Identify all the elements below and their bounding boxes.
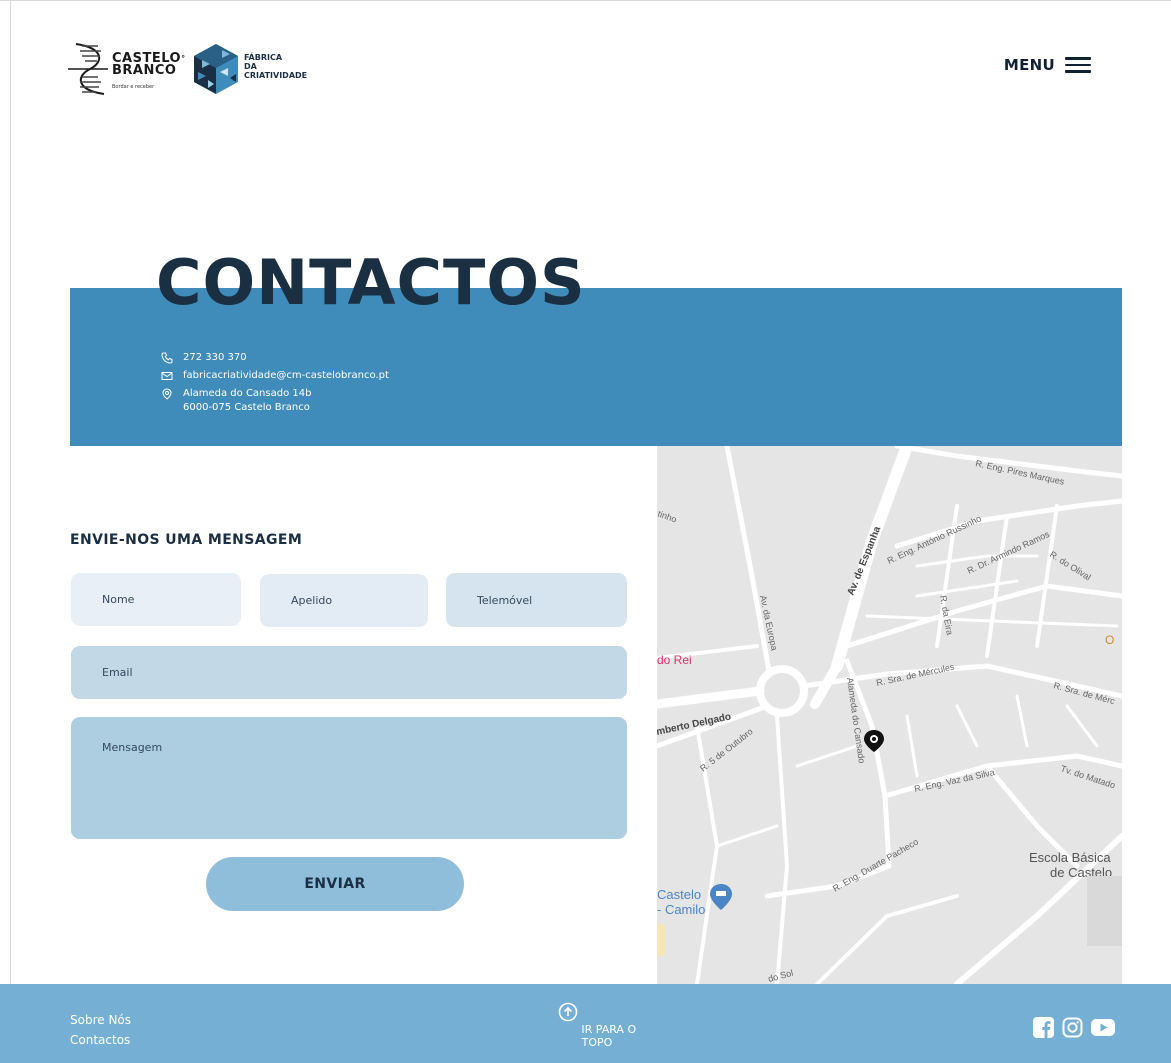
footer-link-about[interactable]: Sobre Nós bbox=[70, 1010, 131, 1030]
contact-info: 272 330 370 fabricacriatividade@cm-caste… bbox=[161, 351, 389, 419]
map-label-fragment-o: O bbox=[1105, 633, 1114, 647]
contact-address-row[interactable]: Alameda do Cansado 14b 6000-075 Castelo … bbox=[161, 387, 389, 415]
youtube-icon[interactable] bbox=[1091, 1017, 1115, 1038]
name-placeholder: Nome bbox=[102, 593, 135, 606]
message-textarea[interactable]: Mensagem bbox=[71, 717, 627, 839]
facebook-icon[interactable] bbox=[1033, 1017, 1054, 1038]
page-frame-left bbox=[10, 0, 11, 985]
fabrica-logo-line1: FÁBRICA bbox=[244, 53, 283, 62]
surname-placeholder: Apelido bbox=[291, 594, 333, 607]
arrow-up-circle-icon bbox=[558, 1002, 578, 1022]
name-input[interactable]: Nome bbox=[71, 573, 241, 626]
social-links bbox=[1033, 1017, 1115, 1038]
fabrica-criatividade-logo[interactable]: FÁBRICA DA CRIATIVIDADE bbox=[192, 44, 322, 96]
map-label-castelo-camilo-l2: - Camilo bbox=[657, 902, 705, 917]
contact-address-line1: Alameda do Cansado 14b bbox=[183, 388, 312, 399]
footer-link-contacts[interactable]: Contactos bbox=[70, 1030, 131, 1050]
location-pin-icon bbox=[162, 388, 172, 400]
page-frame-top bbox=[0, 0, 1171, 1]
back-to-top-button[interactable]: IR PARA O TOPO bbox=[545, 1002, 649, 1049]
envelope-icon bbox=[161, 372, 173, 380]
form-title: ENVIE-NOS UMA MENSAGEM bbox=[70, 532, 303, 548]
map-label-do-rei: do Rei bbox=[657, 653, 692, 667]
location-map[interactable]: R. Eng. Pires Marques Av. de Espanha R. … bbox=[657, 446, 1122, 984]
footer: Sobre Nós Contactos IR PARA O TOPO bbox=[0, 984, 1171, 1063]
send-button[interactable]: ENVIAR bbox=[206, 857, 464, 911]
menu-label: MENU bbox=[1003, 55, 1055, 74]
back-to-top-label: IR PARA O TOPO bbox=[581, 1023, 637, 1049]
hamburger-icon bbox=[1065, 53, 1091, 77]
castelo-branco-logo[interactable]: CASTELO° BRANCO Bordar e receber bbox=[68, 42, 185, 96]
castelo-logo-line2: BRANCO bbox=[112, 63, 177, 78]
phone-placeholder: Telemóvel bbox=[477, 593, 533, 607]
message-placeholder: Mensagem bbox=[102, 741, 163, 754]
phone-input[interactable]: Telemóvel bbox=[446, 573, 627, 627]
phone-icon bbox=[161, 352, 173, 364]
fabrica-cube-icon bbox=[194, 44, 238, 94]
email-placeholder: Email bbox=[102, 666, 133, 679]
fabrica-logo-line3: CRIATIVIDADE bbox=[244, 71, 308, 80]
castelo-branco-emblem-icon bbox=[68, 43, 108, 95]
fabrica-logo-line2: DA bbox=[244, 62, 257, 71]
menu-button[interactable]: MENU bbox=[1004, 53, 1091, 77]
contact-address-line2: 6000-075 Castelo Branco bbox=[183, 402, 310, 413]
instagram-icon[interactable] bbox=[1062, 1017, 1083, 1038]
contact-phone-row[interactable]: 272 330 370 bbox=[161, 351, 389, 365]
footer-links: Sobre Nós Contactos bbox=[70, 1010, 131, 1050]
email-input[interactable]: Email bbox=[71, 646, 627, 699]
contact-email-row[interactable]: fabricacriatividade@cm-castelobranco.pt bbox=[161, 369, 389, 383]
page-title: CONTACTOS bbox=[156, 246, 586, 319]
contact-email: fabricacriatividade@cm-castelobranco.pt bbox=[183, 370, 389, 381]
map-label-castelo-camilo-l1: Castelo bbox=[657, 887, 701, 902]
contact-phone: 272 330 370 bbox=[183, 352, 247, 363]
castelo-logo-tagline: Bordar e receber bbox=[112, 84, 155, 90]
surname-input[interactable]: Apelido bbox=[260, 574, 428, 627]
map-label-escola-l1: Escola Básica bbox=[1029, 850, 1111, 865]
